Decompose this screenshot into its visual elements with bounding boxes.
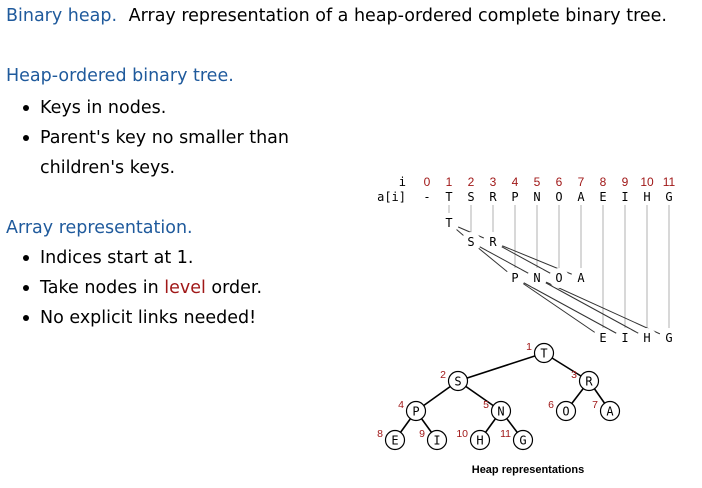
tree-node-key: G [519,434,526,448]
tree-node-index: 10 [456,428,468,440]
flat-node-key: G [665,331,672,345]
array-value: E [599,190,606,204]
array-index-label: i [399,175,406,189]
array-index: 3 [490,175,497,189]
flat-node-key: A [577,271,585,285]
array-value: R [489,190,497,204]
tree-node-index: 3 [571,369,577,381]
array-index: 6 [556,175,563,189]
flat-node-key: R [489,235,497,249]
array-index: 5 [534,175,541,189]
array-value: H [643,190,650,204]
array-value: A [577,190,585,204]
tree-node-key: O [562,405,569,419]
diagram-caption: Heap representations [472,464,584,476]
flat-node-key: N [533,271,540,285]
array-value: I [621,190,628,204]
array-value: - [423,190,430,204]
tree-node-key: N [497,405,504,419]
flat-edge [470,241,538,279]
tree-node-key: P [412,405,419,419]
array-value-label: a[i] [377,190,406,204]
array-index: 0 [424,175,431,189]
array-value: S [467,190,474,204]
array-index: 7 [578,175,585,189]
tree-node-index: 8 [377,428,383,440]
heap-diagram: ia[i]0 1 2 3 4 5 6 7 8 9 10 11- T S R P N O A E I H G TS RP N O AE… [377,175,679,476]
flat-edge [492,241,560,279]
tree-node-index: 9 [419,428,425,440]
flat-edge [536,277,648,339]
flat-node-key: S [467,235,474,249]
array-index: 9 [622,175,629,189]
heap-tree: T1 S2 R3 P4 N5 O6 A7 E8 I9 H 10 G 11 [377,341,621,451]
tree-node-index: 2 [440,369,446,381]
tree-node-index: 7 [592,399,598,411]
tree-node-index: 5 [483,399,489,411]
tree-node-key: I [433,434,440,448]
tree-node-index: 6 [548,399,554,411]
array-value: O [555,190,562,204]
tree-node-key: T [540,347,547,361]
array-row: ia[i] 0 1 2 3 4 5 6 7 8 9 10 11 - T S R P N O A E I H G [377,175,675,204]
tree-node-key: R [585,375,593,389]
array-index: 10 [640,175,654,189]
tree-node-index: 4 [398,399,404,411]
flat-node-key: P [511,271,518,285]
flat-node-key: O [555,271,562,285]
array-index: 4 [512,175,519,189]
tree-node-key: S [454,375,461,389]
flat-node-key: T [445,216,452,230]
array-value: N [533,190,540,204]
tree-edge [457,352,545,382]
flat-node-key: H [643,331,650,345]
array-index: 8 [600,175,607,189]
array-index: 11 [663,175,676,189]
flat-node-key: I [621,331,628,345]
array-index: 2 [468,175,475,189]
flat-edge [514,277,626,339]
tree-node-index: 11 [500,428,511,440]
array-guide-lines [448,205,670,330]
flat-node-key: E [599,331,606,345]
array-index: 1 [446,175,453,189]
tree-node-key: E [391,434,398,448]
array-value: T [445,190,452,204]
tree-node-key: A [606,405,614,419]
array-value: G [665,190,672,204]
tree-node-index: 1 [526,341,532,353]
array-value: P [511,190,518,204]
tree-node-key: H [476,434,483,448]
